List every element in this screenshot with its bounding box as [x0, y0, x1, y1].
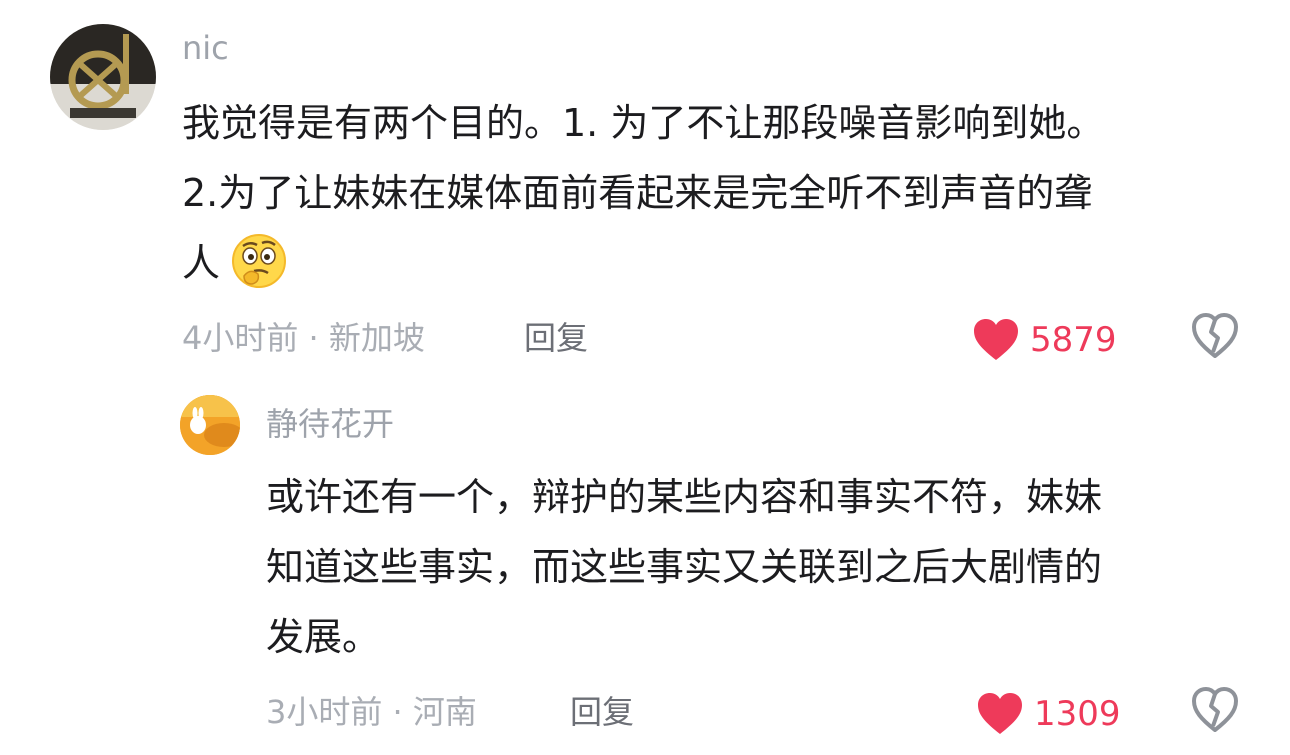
reply-dislike-button[interactable] — [1190, 686, 1240, 734]
reply-username[interactable]: 静待花开 — [266, 404, 394, 444]
avatar[interactable] — [50, 24, 156, 130]
avatar-image — [50, 24, 156, 130]
like-count: 5879 — [1030, 320, 1117, 360]
heart-icon — [974, 319, 1018, 360]
reply-avatar-image — [180, 395, 240, 455]
reply-reply-button[interactable]: 回复 — [570, 692, 634, 732]
reply-like-button[interactable]: 1309 — [976, 692, 1121, 736]
reply-line: 知道这些事实，而这些事实又关联到之后大剧情的 — [266, 545, 1103, 589]
like-button[interactable]: 5879 — [972, 318, 1117, 362]
dislike-button[interactable] — [1190, 312, 1240, 360]
comment-time-location: 4小时前 · 新加坡 — [182, 319, 425, 357]
comment-line: 人 — [182, 228, 1104, 298]
broken-heart-icon — [1192, 687, 1238, 732]
thinking-face-icon — [230, 232, 288, 290]
reply-time-location: 3小时前 · 河南 — [266, 693, 477, 731]
reply-line: 或许还有一个，辩护的某些内容和事实不符，妹妹 — [266, 475, 1103, 519]
reply-avatar[interactable] — [180, 395, 240, 455]
comment-line: 2.为了让妹妹在媒体面前看起来是完全听不到声音的聋 — [182, 171, 1093, 215]
reply-text: 或许还有一个，辩护的某些内容和事实不符，妹妹 知道这些事实，而这些事实又关联到之… — [266, 462, 1102, 672]
reply-like-count: 1309 — [1034, 694, 1121, 734]
comment-line: 我觉得是有两个目的。1. 为了不让那段噪音影响到她。 — [182, 101, 1105, 145]
heart-icon — [978, 693, 1022, 734]
broken-heart-icon — [1192, 313, 1238, 358]
comment-line-text: 人 — [182, 241, 221, 285]
comment-text: 我觉得是有两个目的。1. 为了不让那段噪音影响到她。 2.为了让妹妹在媒体面前看… — [182, 88, 1104, 298]
reply-button[interactable]: 回复 — [524, 318, 588, 358]
reply-line: 发展。 — [266, 615, 381, 659]
comment-username[interactable]: nic — [182, 28, 229, 68]
